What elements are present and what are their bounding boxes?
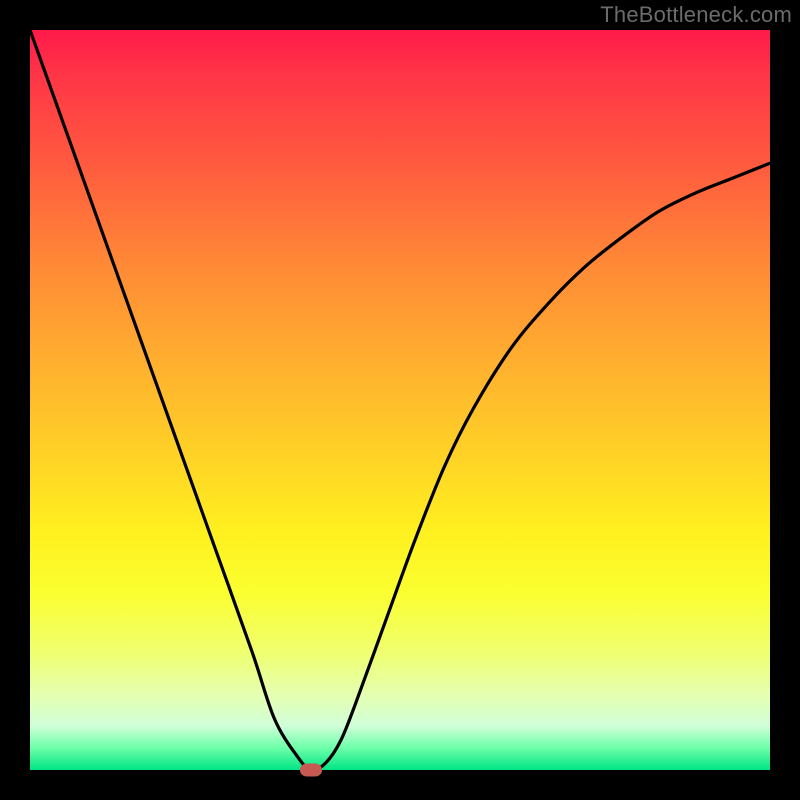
- optimum-marker: [300, 764, 322, 777]
- curve-layer: [30, 30, 770, 770]
- chart-frame: TheBottleneck.com: [0, 0, 800, 800]
- plot-area: [30, 30, 770, 770]
- bottleneck-curve: [30, 30, 770, 770]
- watermark-text: TheBottleneck.com: [600, 2, 792, 28]
